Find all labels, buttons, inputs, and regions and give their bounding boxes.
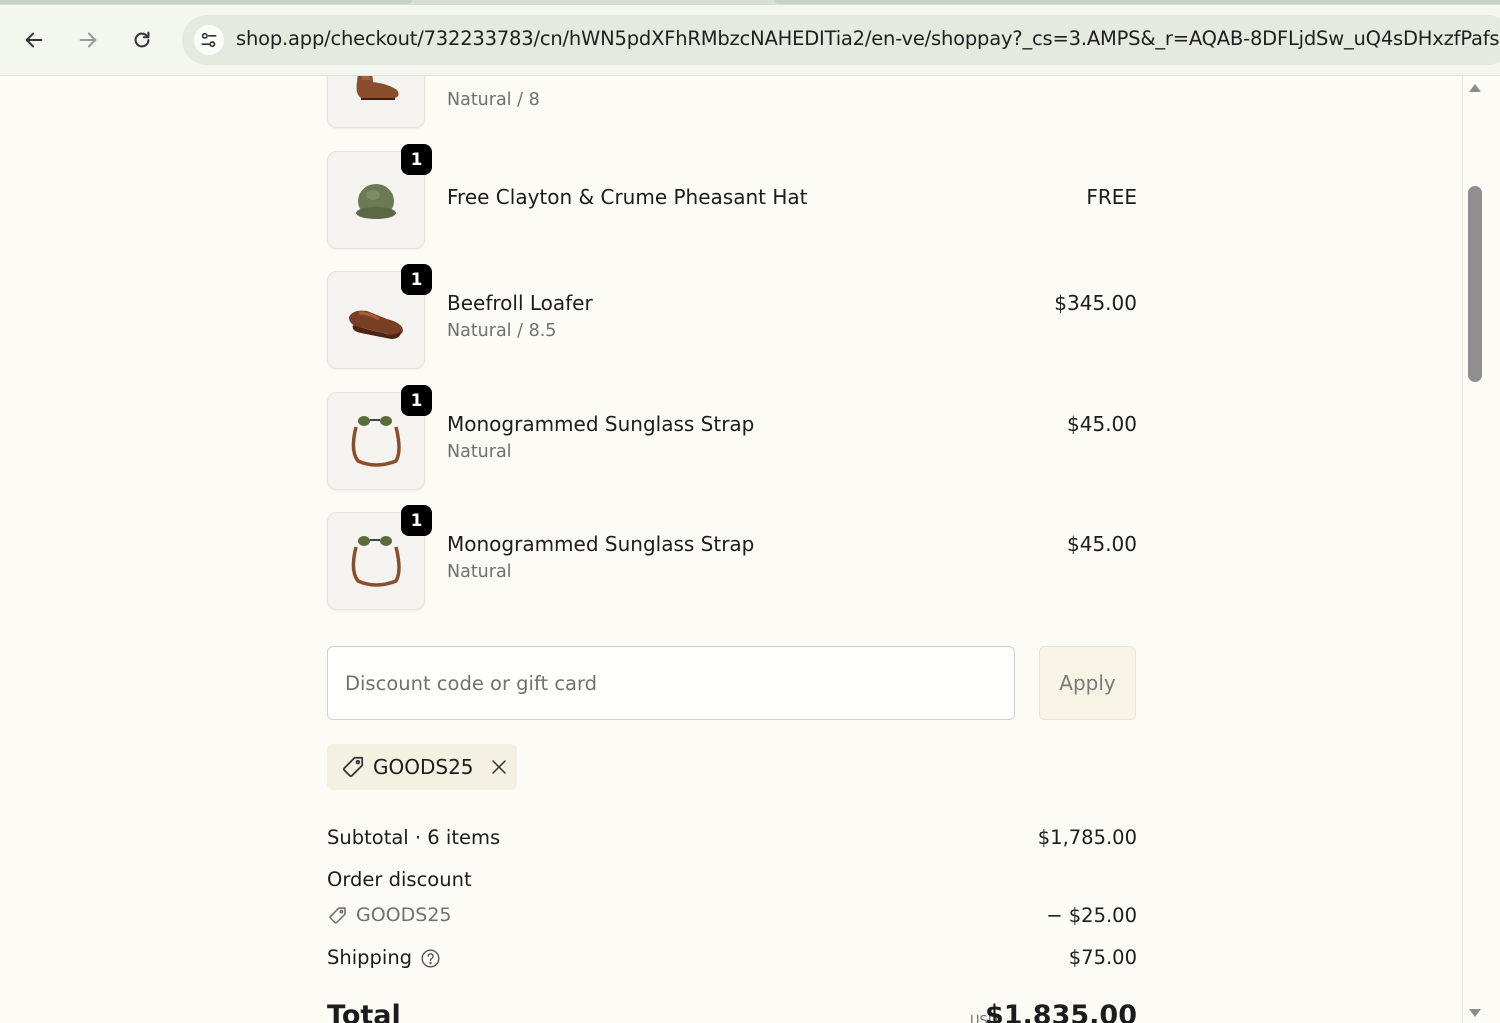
- product-image-boot: [327, 76, 425, 128]
- arrow-right-icon: [79, 32, 97, 48]
- tag-icon: [340, 754, 366, 780]
- applied-discount-chip: GOODS25: [327, 744, 517, 790]
- tune-icon: [201, 32, 217, 48]
- forward-button[interactable]: [73, 25, 103, 55]
- order-discount-label: Order discount: [327, 868, 472, 891]
- hat-icon: [356, 184, 396, 219]
- remove-discount-button[interactable]: [490, 758, 508, 776]
- help-icon[interactable]: [420, 948, 441, 969]
- reload-button[interactable]: [127, 25, 157, 55]
- scroll-down-arrow-icon[interactable]: [1469, 1009, 1481, 1017]
- close-icon: [491, 760, 506, 774]
- arrow-left-icon: [25, 32, 43, 48]
- checkout-order-summary: Natural / 8 1 Free Clayton & Crume Pheas…: [0, 76, 1486, 1023]
- scrollbar[interactable]: [1462, 76, 1487, 1023]
- boot-icon: [356, 76, 399, 100]
- item-price: FREE: [1086, 185, 1137, 209]
- loafer-icon: [349, 310, 403, 339]
- item-name: Monogrammed Sunglass Strap: [447, 532, 755, 556]
- browser-toolbar: shop.app/checkout/732233783/cn/hWN5pdXFh…: [0, 5, 1500, 76]
- tag-icon: [329, 906, 346, 924]
- item-variant: Natural / 8: [447, 90, 540, 110]
- apply-button[interactable]: Apply: [1039, 646, 1136, 720]
- url-text[interactable]: shop.app/checkout/732233783/cn/hWN5pdXFh…: [236, 27, 1500, 50]
- back-button[interactable]: [19, 25, 49, 55]
- total-value: $1,835.00: [984, 1000, 1137, 1023]
- site-info-button[interactable]: [194, 25, 224, 55]
- item-price: $345.00: [1054, 291, 1137, 315]
- item-price: $45.00: [1067, 532, 1137, 556]
- browser-tab[interactable]: [775, 0, 1500, 4]
- item-variant: Natural / 8.5: [447, 321, 557, 341]
- applied-discount-code: GOODS25: [373, 755, 474, 779]
- cart-item: 1 Monogrammed Sunglass Strap Natural $45…: [327, 385, 1137, 492]
- shipping-value: $75.00: [1068, 946, 1137, 969]
- browser-tab[interactable]: [0, 0, 412, 4]
- item-name: Monogrammed Sunglass Strap: [447, 412, 755, 436]
- reload-icon: [134, 31, 150, 48]
- sunglass-strap-icon: [351, 536, 401, 587]
- address-bar[interactable]: shop.app/checkout/732233783/cn/hWN5pdXFh…: [182, 15, 1500, 65]
- discount-code-text: GOODS25: [356, 904, 452, 926]
- item-name: Free Clayton & Crume Pheasant Hat: [447, 185, 808, 209]
- total-label: Total: [327, 1000, 401, 1023]
- sunglass-strap-icon: [351, 416, 401, 467]
- quantity-badge: 1: [401, 264, 432, 295]
- quantity-badge: 1: [401, 144, 432, 175]
- quantity-badge: 1: [401, 505, 432, 536]
- cart-item: Natural / 8: [327, 76, 1137, 130]
- subtotal-label: Subtotal · 6 items: [327, 826, 501, 849]
- item-name: Beefroll Loafer: [447, 291, 593, 315]
- quantity-badge: 1: [401, 385, 432, 416]
- item-variant: Natural: [447, 562, 512, 582]
- item-price: $45.00: [1067, 412, 1137, 436]
- scroll-up-arrow-icon[interactable]: [1469, 84, 1481, 92]
- cart-item: 1 Beefroll Loafer Natural / 8.5 $345.00: [327, 264, 1137, 371]
- item-variant: Natural: [447, 442, 512, 462]
- cart-item: 1 Monogrammed Sunglass Strap Natural $45…: [327, 505, 1137, 612]
- discount-value: − $25.00: [1046, 904, 1137, 927]
- cart-item: 1 Free Clayton & Crume Pheasant Hat FREE: [327, 144, 1137, 251]
- scrollbar-thumb[interactable]: [1468, 186, 1482, 382]
- shipping-row: Shipping: [327, 946, 441, 969]
- subtotal-value: $1,785.00: [1037, 826, 1137, 849]
- discount-code-input[interactable]: [327, 646, 1015, 720]
- order-discount-code: GOODS25: [327, 904, 452, 926]
- shipping-label: Shipping: [327, 946, 413, 969]
